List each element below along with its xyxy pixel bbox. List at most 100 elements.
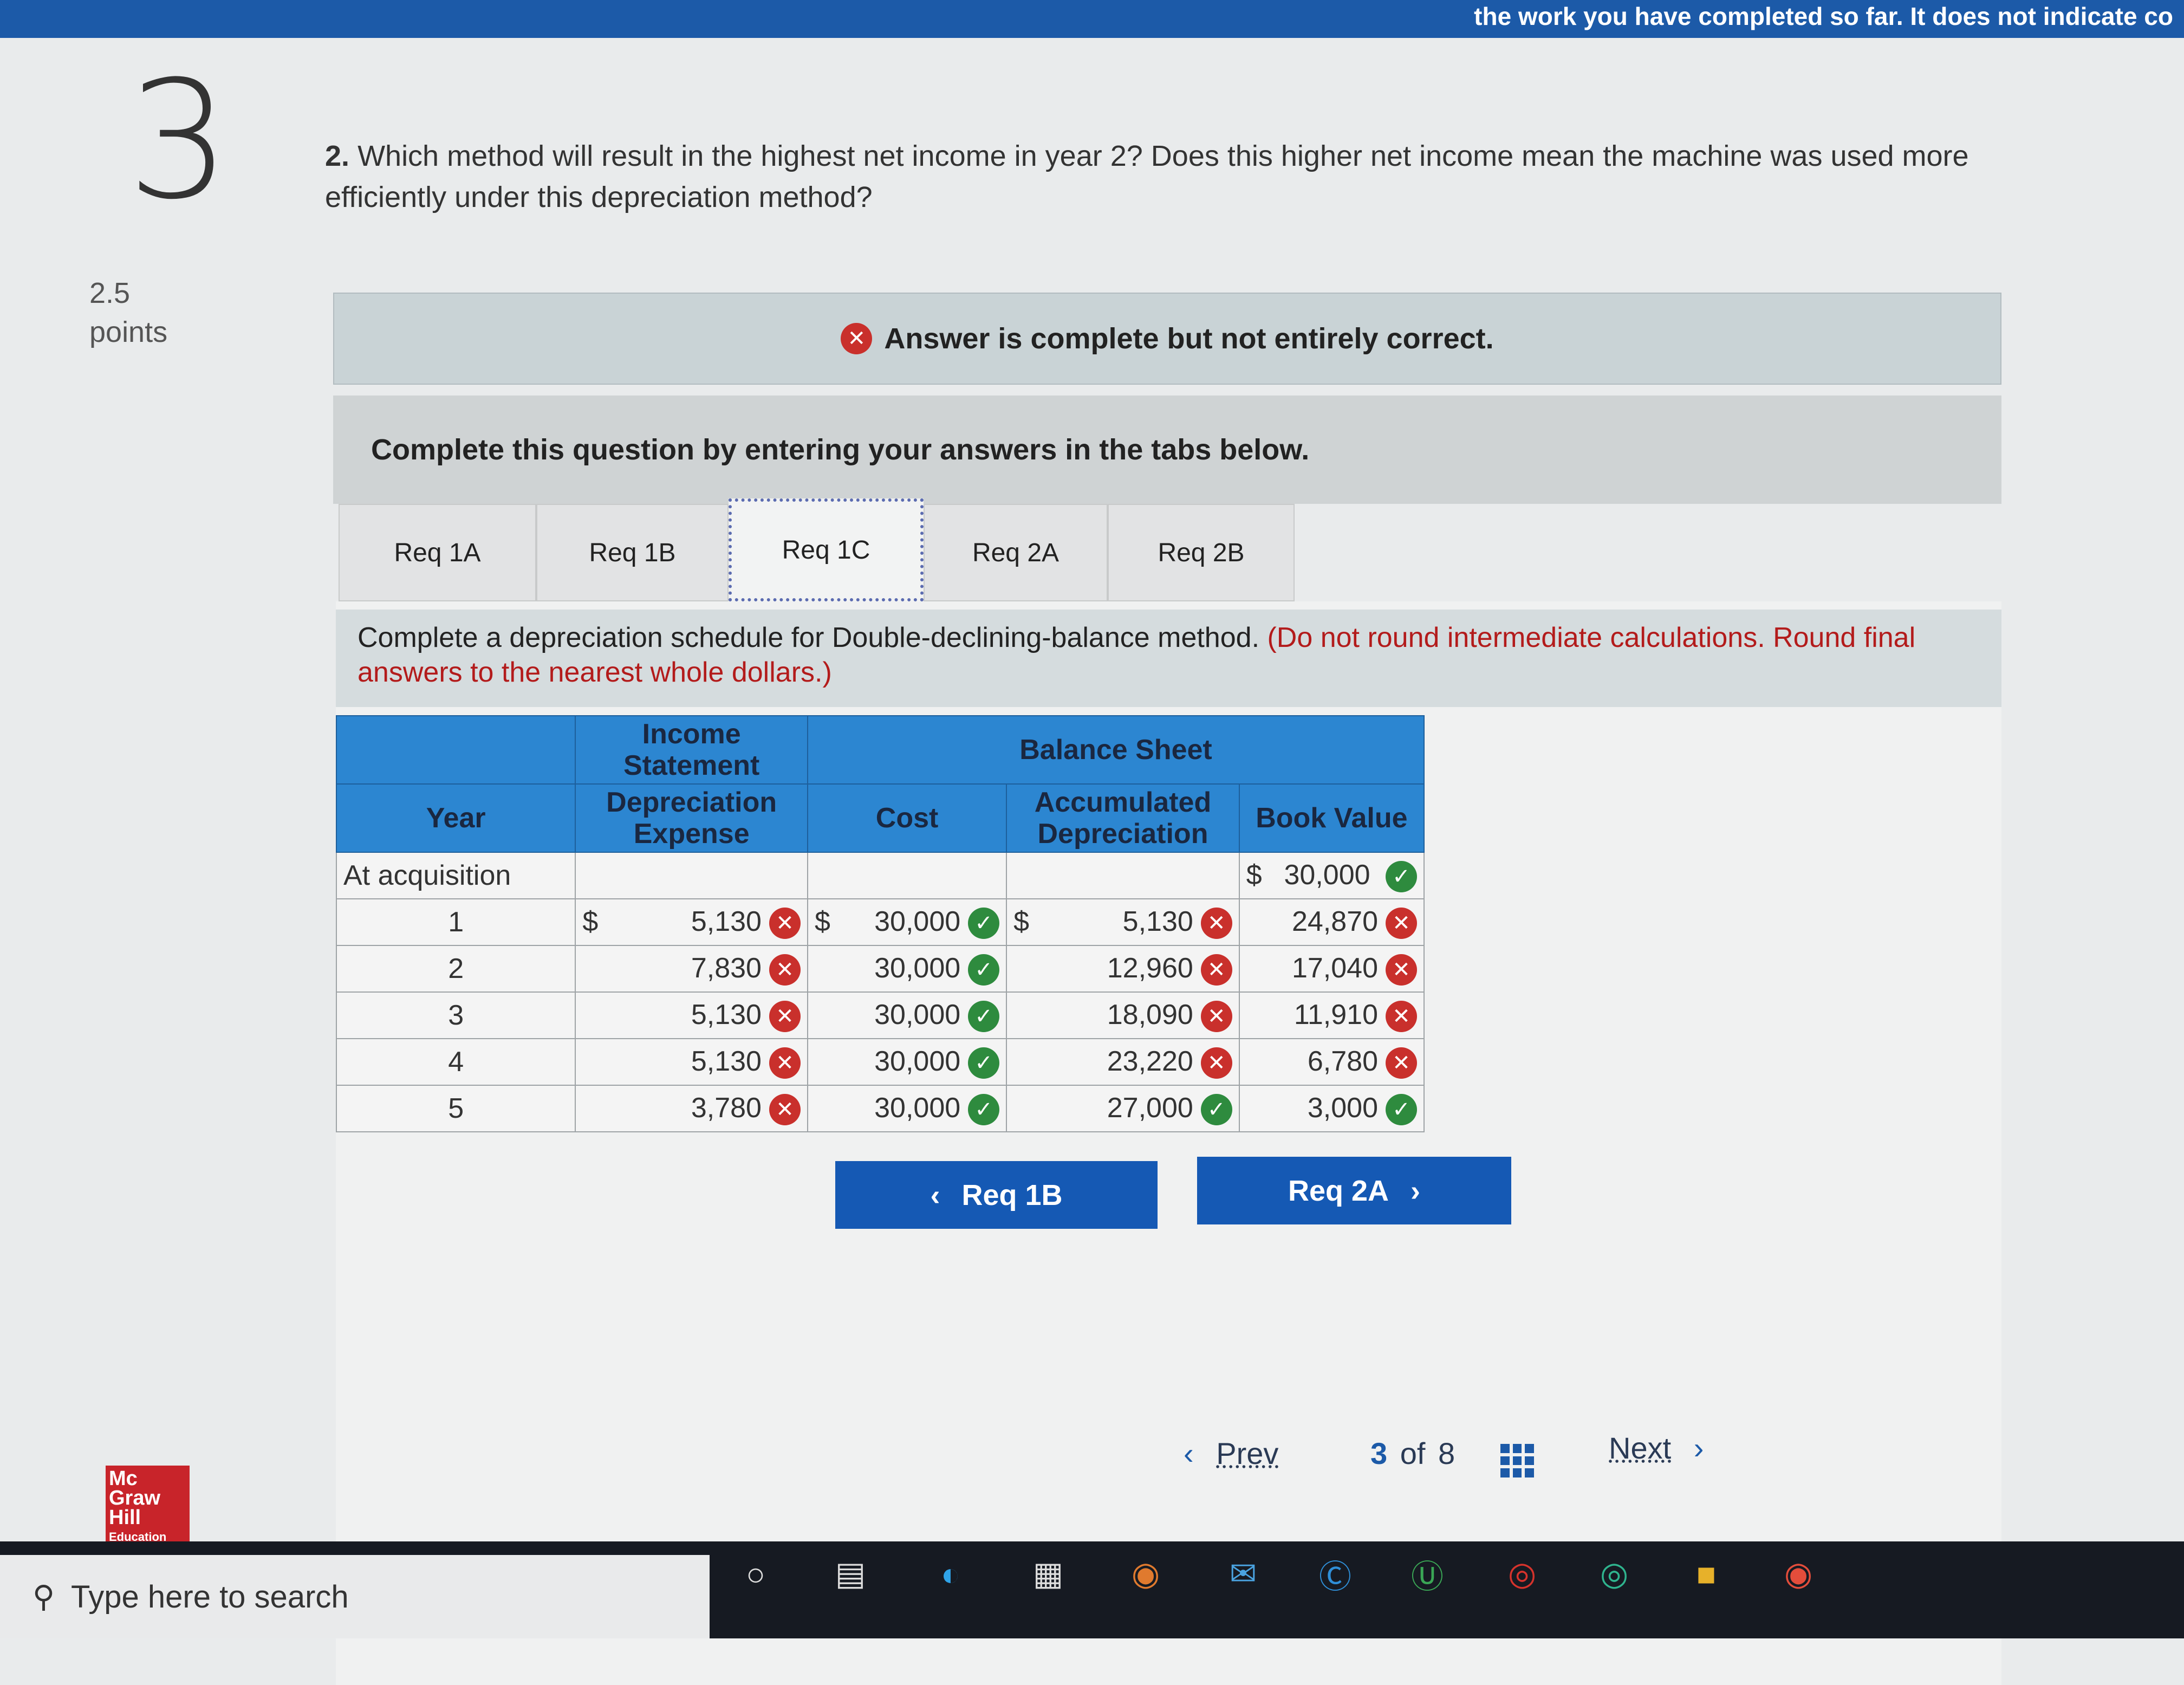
next-req-button[interactable]: Req 2A › <box>1197 1157 1511 1224</box>
pager-prev[interactable]: ‹ Prev <box>1184 1436 1278 1471</box>
cost-input[interactable]: 30,000 ✓ <box>807 1085 1007 1132</box>
accum-input[interactable]: 12,960 ✕ <box>1006 945 1240 993</box>
correct-icon: ✓ <box>968 1094 1000 1126</box>
year-header: Year <box>335 783 576 853</box>
currency-sign: $ <box>814 905 830 937</box>
table-row-acquisition: At acquisition $ 30,000 ✓ <box>335 852 1425 899</box>
tab-req-1a[interactable]: Req 1A <box>339 504 536 601</box>
dep-input[interactable]: 7,830 ✕ <box>575 945 808 993</box>
acquisition-label: At acquisition <box>335 852 576 899</box>
next-req-label: Req 2A <box>1288 1174 1389 1207</box>
cortana-icon[interactable]: ○ <box>731 1550 780 1598</box>
dep-input[interactable]: 5,130 ✕ <box>575 991 808 1039</box>
correct-icon: ✓ <box>1386 861 1417 893</box>
question-text: 2. Which method will result in the highe… <box>325 135 2085 218</box>
cost-input[interactable]: $30,000 ✓ <box>807 898 1007 946</box>
year-cell: 4 <box>335 1038 576 1086</box>
search-icon: ⚲ <box>32 1579 55 1613</box>
accumulated-depreciation-header: Accumulated Depreciation <box>1006 783 1240 853</box>
question-item-number: 2. <box>325 140 350 172</box>
tab-req-1b[interactable]: Req 1B <box>536 504 729 601</box>
logo-line1: Mc <box>109 1467 138 1490</box>
cost-input[interactable]: 30,000 ✓ <box>807 1038 1007 1086</box>
cost-header: Cost <box>807 783 1007 853</box>
correct-icon: ✓ <box>968 1001 1000 1033</box>
acquisition-accum-cell <box>1006 852 1240 899</box>
incorrect-icon: ✕ <box>1386 908 1417 939</box>
acquisition-book-cell[interactable]: $ 30,000 ✓ <box>1238 852 1425 899</box>
tab-req-2b[interactable]: Req 2B <box>1108 504 1295 601</box>
page-indicator: 3 of 8 <box>1370 1436 1455 1471</box>
table-row: 2 7,830 ✕ 30,000 ✓ 12,960 ✕ 17,040 ✕ <box>335 945 1425 993</box>
dep-value: 5,130 <box>691 1045 762 1077</box>
book-value: 6,780 <box>1307 1045 1378 1077</box>
pager-next[interactable]: Next › <box>1609 1430 1704 1466</box>
incorrect-icon: ✕ <box>1200 1001 1232 1033</box>
book-value: 30,000 <box>1284 859 1370 891</box>
points-value: 2.5 <box>89 277 131 309</box>
top-banner: the work you have completed so far. It d… <box>0 0 2184 38</box>
dep-input[interactable]: 3,780 ✕ <box>575 1085 808 1132</box>
store-icon[interactable]: ▦ <box>1024 1550 1072 1598</box>
cost-value: 30,000 <box>874 952 961 984</box>
app-icon[interactable]: ◉ <box>1121 1550 1170 1598</box>
incorrect-icon: ✕ <box>769 1047 801 1079</box>
file-explorer-icon[interactable]: ■ <box>1682 1550 1731 1598</box>
cost-value: 30,000 <box>874 1045 961 1077</box>
taskbar-search[interactable]: ⚲ Type here to search <box>0 1555 710 1638</box>
app-green-icon[interactable]: ◎ <box>1590 1550 1639 1598</box>
incorrect-icon: ✕ <box>1386 954 1417 986</box>
income-statement-header: Income Statement <box>575 715 808 785</box>
cost-input[interactable]: 30,000 ✓ <box>807 945 1007 993</box>
accum-value: 5,130 <box>1122 905 1193 937</box>
book-input[interactable]: 3,000 ✓ <box>1238 1085 1425 1132</box>
accum-value: 12,960 <box>1107 952 1193 984</box>
requirement-prompt: Complete a depreciation schedule for Dou… <box>336 610 2001 707</box>
app-red-icon[interactable]: ◎ <box>1498 1550 1546 1598</box>
year-cell: 5 <box>335 1085 576 1132</box>
app-c-icon[interactable]: Ⓒ <box>1311 1550 1360 1598</box>
table-row: 5 3,780 ✕ 30,000 ✓ 27,000 ✓ 3,000 ✓ <box>335 1085 1425 1132</box>
chevron-right-icon: › <box>1693 1431 1704 1465</box>
prev-req-button[interactable]: ‹ Req 1B <box>835 1161 1158 1229</box>
accum-input[interactable]: 27,000 ✓ <box>1006 1085 1240 1132</box>
question-grid-icon[interactable] <box>1500 1444 1534 1477</box>
mail-icon[interactable]: ✉ <box>1219 1550 1268 1598</box>
incorrect-icon: ✕ <box>1200 908 1232 939</box>
year-cell: 1 <box>335 898 576 946</box>
accum-input[interactable]: $5,130 ✕ <box>1006 898 1240 946</box>
feedback-text: Answer is complete but not entirely corr… <box>884 322 1494 355</box>
year-cell: 3 <box>335 991 576 1039</box>
book-input[interactable]: 17,040 ✕ <box>1238 945 1425 993</box>
tab-req-1c[interactable]: Req 1C <box>729 498 924 601</box>
table-row: 1 $5,130 ✕ $30,000 ✓ $5,130 ✕ 24,870 ✕ <box>335 898 1425 946</box>
depreciation-table: Income Statement Balance Sheet Year Depr… <box>335 715 1425 1132</box>
correct-icon: ✓ <box>968 908 1000 939</box>
chrome-icon[interactable]: ◉ <box>1774 1550 1823 1598</box>
accum-input[interactable]: 18,090 ✕ <box>1006 991 1240 1039</box>
correct-icon: ✓ <box>968 954 1000 986</box>
balance-sheet-header: Balance Sheet <box>807 715 1425 785</box>
edge-icon[interactable]: ◐ <box>926 1550 975 1598</box>
incorrect-icon: ✕ <box>1386 1047 1417 1079</box>
book-input[interactable]: 11,910 ✕ <box>1238 991 1425 1039</box>
cost-value: 30,000 <box>874 1092 961 1124</box>
incorrect-icon: ✕ <box>769 954 801 986</box>
dep-input[interactable]: $5,130 ✕ <box>575 898 808 946</box>
book-input[interactable]: 6,780 ✕ <box>1238 1038 1425 1086</box>
cost-value: 30,000 <box>874 999 961 1031</box>
year-cell: 2 <box>335 945 576 993</box>
task-view-icon[interactable]: ▤ <box>826 1550 875 1598</box>
next-link: Next <box>1609 1431 1672 1465</box>
correct-icon: ✓ <box>1200 1094 1232 1126</box>
book-input[interactable]: 24,870 ✕ <box>1238 898 1425 946</box>
accum-input[interactable]: 23,220 ✕ <box>1006 1038 1240 1086</box>
cost-input[interactable]: 30,000 ✓ <box>807 991 1007 1039</box>
book-value: 24,870 <box>1291 905 1378 937</box>
dep-value: 3,780 <box>691 1092 762 1124</box>
tab-req-2a[interactable]: Req 2A <box>924 504 1108 601</box>
dep-input[interactable]: 5,130 ✕ <box>575 1038 808 1086</box>
chevron-left-icon: ‹ <box>1184 1436 1194 1470</box>
table-row: 3 5,130 ✕ 30,000 ✓ 18,090 ✕ 11,910 ✕ <box>335 991 1425 1039</box>
app-u-icon[interactable]: Ⓤ <box>1403 1550 1452 1598</box>
